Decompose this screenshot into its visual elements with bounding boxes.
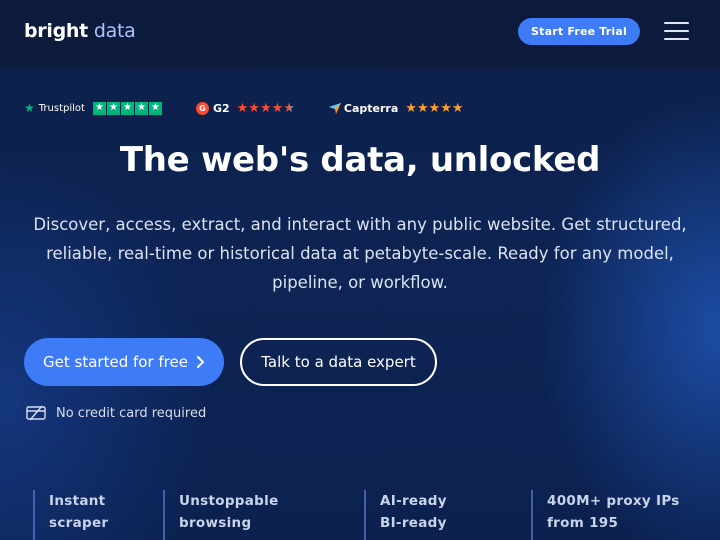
feature-line: from 195 bbox=[547, 515, 619, 531]
talk-to-expert-label: Talk to a data expert bbox=[261, 353, 416, 371]
star-icon: ★ bbox=[405, 100, 417, 116]
trustpilot-stars: ★ ★ ★ ★ ★ bbox=[92, 101, 163, 115]
bright-data-logo[interactable]: bright data bbox=[24, 20, 136, 46]
trustpilot-star-icon: ★ bbox=[106, 101, 120, 115]
trustpilot-star-icon: ★ bbox=[120, 101, 134, 115]
g2-logo-icon: G bbox=[195, 101, 209, 115]
get-started-button[interactable]: Get started for free bbox=[24, 338, 224, 386]
trustpilot-star-icon: ★ bbox=[148, 101, 162, 115]
site-header: bright data Start Free Trial bbox=[0, 0, 720, 70]
capterra-stars: ★ ★ ★ ★ ★ bbox=[405, 102, 463, 115]
star-icon: ★ bbox=[259, 100, 272, 116]
capterra-label: Capterra bbox=[343, 101, 399, 115]
talk-to-expert-button[interactable]: Talk to a data expert bbox=[240, 338, 437, 386]
star-icon: ★ bbox=[236, 100, 249, 116]
hero-title: The web's data, unlocked bbox=[119, 140, 601, 180]
feature-line: Unstoppable bbox=[179, 493, 279, 509]
hamburger-menu-icon[interactable] bbox=[664, 21, 689, 41]
no-credit-card-label: No credit card required bbox=[56, 405, 207, 421]
trustpilot-star-icon: ★ bbox=[24, 101, 35, 115]
hero-subtitle: Discover, access, extract, and interact … bbox=[33, 215, 687, 292]
feature-proxy-ips: 400M+ proxy IPs from 195 bbox=[531, 490, 680, 540]
half-star-icon: ★ bbox=[283, 100, 295, 116]
chevron-right-icon bbox=[196, 356, 204, 368]
star-icon: ★ bbox=[451, 100, 464, 116]
feature-ai-ready: AI-ready BI-ready bbox=[364, 490, 447, 540]
feature-line: BI-ready bbox=[380, 515, 447, 531]
logo-word-light: data bbox=[93, 20, 136, 42]
trustpilot-label: Trustpilot bbox=[38, 102, 85, 114]
trustpilot-rating[interactable]: ★ Trustpilot ★ ★ ★ ★ ★ bbox=[24, 101, 163, 115]
trustpilot-star-icon: ★ bbox=[134, 101, 148, 115]
get-started-label: Get started for free bbox=[43, 353, 188, 371]
capterra-rating[interactable]: Capterra ★ ★ ★ ★ ★ bbox=[328, 101, 464, 115]
star-icon: ★ bbox=[428, 100, 441, 116]
feature-unstoppable-browsing: Unstoppable browsing bbox=[163, 490, 279, 540]
trustpilot-star-icon: ★ bbox=[92, 101, 106, 115]
feature-line: 400M+ proxy IPs bbox=[547, 493, 680, 509]
star-icon: ★ bbox=[416, 100, 429, 116]
start-free-trial-button[interactable]: Start Free Trial bbox=[518, 18, 640, 45]
credit-card-icon bbox=[26, 405, 46, 421]
feature-line: AI-ready bbox=[380, 493, 447, 509]
g2-stars: ★ ★ ★ ★ ★ bbox=[237, 102, 295, 115]
capterra-logo-icon bbox=[328, 102, 341, 114]
page: bright data Start Free Trial ★ Trustpilo… bbox=[0, 0, 720, 540]
feature-line: Instant bbox=[49, 493, 106, 509]
feature-line: browsing bbox=[179, 515, 252, 531]
no-credit-card-note: No credit card required bbox=[26, 404, 206, 422]
logo-word-bold: bright bbox=[24, 20, 88, 42]
star-icon: ★ bbox=[440, 100, 452, 116]
feature-line: scraper bbox=[49, 515, 109, 531]
ratings-bar: ★ Trustpilot ★ ★ ★ ★ ★ G G2 ★ ★ ★ ★ ★ Ca… bbox=[24, 100, 464, 116]
star-icon: ★ bbox=[271, 100, 284, 116]
g2-label: G2 bbox=[212, 101, 230, 115]
feature-instant-scraper: Instant scraper bbox=[33, 490, 108, 540]
g2-rating[interactable]: G G2 ★ ★ ★ ★ ★ bbox=[195, 101, 295, 115]
star-icon: ★ bbox=[248, 100, 260, 116]
